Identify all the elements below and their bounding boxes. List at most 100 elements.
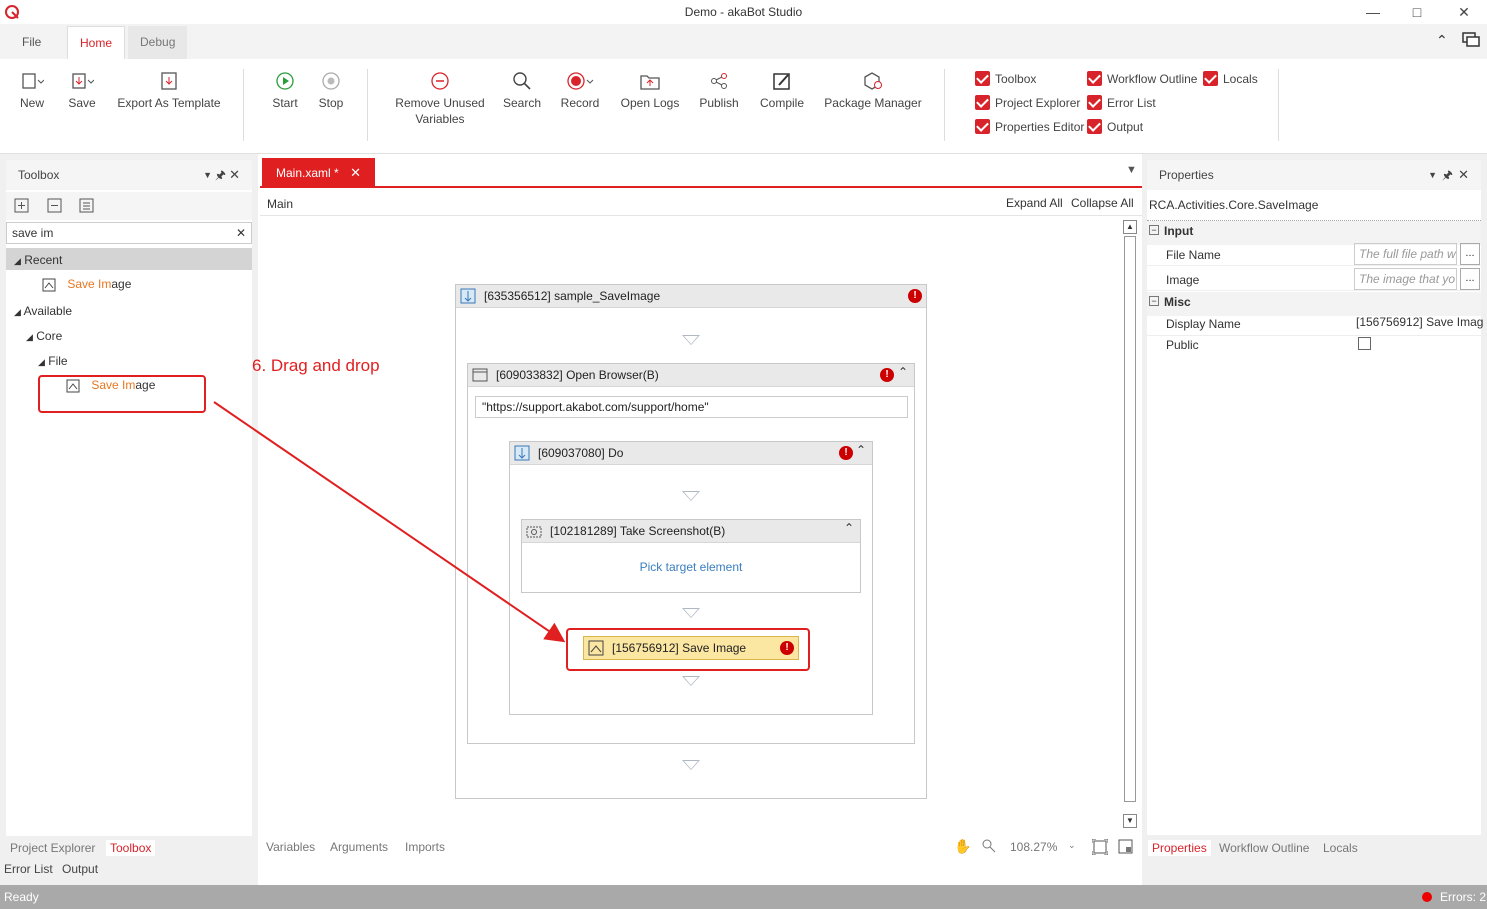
start-button[interactable]: Start [266,67,304,111]
properties-editor-checkbox[interactable]: Properties Editor [975,119,1084,134]
project-explorer-checkbox[interactable]: Project Explorer [975,95,1080,110]
recent-save-image-item[interactable]: Save Image [42,277,131,292]
record-button[interactable]: Record [556,67,604,111]
dropdown-icon[interactable]: ▼ [1428,160,1437,190]
recent-group[interactable]: ◢ Recent [14,253,62,267]
tab-output[interactable]: Output [62,862,98,876]
drop-arrow-icon[interactable] [682,491,700,501]
open-browser-header[interactable]: [609033832] Open Browser(B) [468,364,914,387]
drop-arrow-icon[interactable] [682,676,700,686]
collapse-icon[interactable]: ⌃ [844,521,854,535]
ribbon-separator [944,69,945,141]
drop-arrow-icon[interactable] [682,335,700,345]
start-label: Start [272,96,298,110]
tab-toolbox[interactable]: Toolbox [106,840,156,856]
tab-error-list[interactable]: Error List [4,862,53,876]
toolbox-checkbox[interactable]: Toolbox [975,71,1036,86]
vertical-scrollbar[interactable]: ▲ ▼ [1122,218,1138,832]
collapse-ribbon-icon[interactable]: ⌃ [1436,32,1448,49]
variables-tab[interactable]: Variables [266,840,315,854]
comment-icon[interactable] [1462,32,1480,48]
url-input[interactable]: "https://support.akabot.com/support/home… [475,396,908,418]
file-name-input[interactable]: The full file path w [1354,243,1457,265]
tab-project-explorer[interactable]: Project Explorer [10,841,95,855]
collapse-icon[interactable]: ⌃ [856,443,866,457]
open-logs-button[interactable]: Open Logs [617,67,683,111]
collapse-icon[interactable]: ⌃ [898,365,908,379]
minimize-button[interactable]: — [1358,2,1388,22]
zoom-dropdown-icon[interactable]: ⌄ [1068,840,1076,851]
new-button[interactable]: New [14,67,50,111]
pin-icon[interactable]: 🖈 [215,160,226,190]
maximize-button[interactable]: □ [1402,2,1432,22]
tab-workflow-outline[interactable]: Workflow Outline [1219,841,1309,855]
do-header[interactable]: [609037080] Do [510,442,872,465]
core-group[interactable]: ◢ Core [26,329,62,343]
tab-locals[interactable]: Locals [1323,841,1358,855]
dropdown-icon[interactable]: ▼ [203,160,212,190]
expand-all-icon[interactable] [14,198,32,214]
pin-icon[interactable]: 🖈 [1442,160,1453,190]
close-window-button[interactable]: ✕ [1449,2,1479,22]
tab-properties[interactable]: Properties [1148,840,1211,856]
clear-search-icon[interactable]: ✕ [236,226,246,240]
breadcrumb[interactable]: Main [267,197,293,211]
image-browse-button[interactable]: ... [1460,268,1480,290]
public-checkbox[interactable] [1358,337,1371,350]
toolbox-header: Toolbox ▼ 🖈 ✕ [6,160,252,190]
collapse-all-link[interactable]: Collapse All [1071,196,1134,210]
pick-target-link[interactable]: Pick target element [522,560,860,574]
error-list-checkbox[interactable]: Error List [1087,95,1156,110]
highlight-box-toolbox [38,375,206,413]
display-name-input[interactable]: [156756912] Save Imag [1356,315,1483,329]
zoom-level[interactable]: 108.27% [1010,840,1057,854]
image-input[interactable]: The image that yo [1354,268,1457,290]
sequence-header[interactable]: [635356512] sample_SaveImage [456,285,926,308]
tab-list-icon[interactable]: ▼ [1126,164,1137,176]
drop-arrow-icon[interactable] [682,760,700,770]
output-checkbox[interactable]: Output [1087,119,1143,134]
list-icon[interactable] [79,198,97,214]
close-icon[interactable]: ✕ [1458,160,1469,190]
close-icon[interactable]: ✕ [229,160,240,190]
take-screenshot-activity[interactable]: [102181289] Take Screenshot(B) ⌃ Pick ta… [521,519,861,593]
scroll-up-icon[interactable]: ▲ [1123,220,1137,234]
stop-button[interactable]: Stop [312,67,350,111]
compile-button[interactable]: Compile [756,67,808,111]
scroll-down-icon[interactable]: ▼ [1123,814,1137,828]
zoom-icon[interactable] [982,839,996,853]
collapse-category-icon[interactable]: − [1149,296,1159,306]
drop-arrow-icon[interactable] [682,608,700,618]
toolbox-search-value: save im [12,226,54,240]
workflow-outline-checkbox[interactable]: Workflow Outline [1087,71,1197,86]
imports-tab[interactable]: Imports [405,840,445,854]
hand-icon[interactable]: ✋ [954,838,971,855]
tab-home[interactable]: Home [67,26,126,59]
file-group[interactable]: ◢ File [38,354,68,368]
search-button[interactable]: Search [500,67,544,111]
arguments-tab[interactable]: Arguments [330,840,388,854]
collapse-category-icon[interactable]: − [1149,225,1159,235]
save-button[interactable]: Save [64,67,100,111]
locals-checkbox[interactable]: Locals [1203,71,1258,86]
package-manager-button[interactable]: Package Manager [822,67,924,111]
publish-button[interactable]: Publish [695,67,743,111]
fit-screen-icon[interactable] [1092,839,1108,855]
doc-tab-main[interactable]: Main.xaml * ✕ [262,158,375,188]
toolbox-search-input[interactable]: save im ✕ [6,222,252,244]
available-group[interactable]: ◢ Available [14,304,72,318]
status-errors[interactable]: Errors: 2 [1440,890,1486,904]
overview-icon[interactable] [1118,839,1134,855]
window-title: Demo - akaBot Studio [684,5,803,19]
file-name-browse-button[interactable]: ... [1460,243,1480,265]
scroll-thumb[interactable] [1124,236,1136,802]
expand-all-link[interactable]: Expand All [1006,196,1063,210]
file-name-row: File Name The full file path w ... [1147,242,1481,266]
collapse-all-icon[interactable] [47,198,65,214]
tab-file[interactable]: File [10,26,53,59]
tab-debug[interactable]: Debug [128,26,188,59]
remove-unused-variables-button[interactable]: Remove Unused Variables [390,67,490,127]
export-template-button[interactable]: Export As Template [114,67,224,111]
take-screenshot-header[interactable]: [102181289] Take Screenshot(B) [522,520,860,543]
close-tab-icon[interactable]: ✕ [350,158,361,188]
